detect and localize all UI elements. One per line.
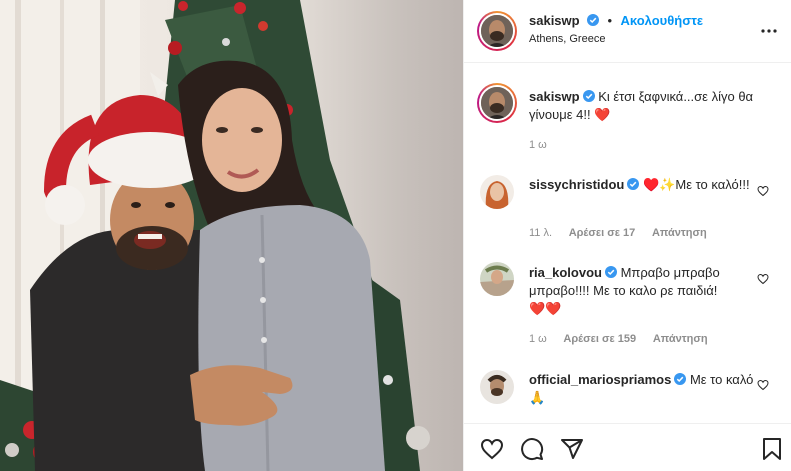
send-icon[interactable] (560, 437, 584, 461)
location-link[interactable]: Athens, Greece (529, 33, 605, 45)
post-header: sakiswp • Ακολουθήστε Athens, Greece (464, 0, 791, 63)
comment-time[interactable]: 1 ω (529, 333, 547, 345)
bookmark-icon[interactable] (760, 437, 784, 461)
heart-outline-icon[interactable] (757, 273, 769, 285)
comment-text: official_mariospriamos Με το καλό 🙏 (529, 371, 757, 407)
more-options-icon[interactable] (760, 22, 778, 40)
photo-illustration (0, 0, 430, 471)
comment-username[interactable]: ria_kolovou (529, 265, 602, 280)
comment-body: ♥️✨Με το καλό!!! (639, 177, 750, 192)
verified-badge-icon (587, 14, 600, 26)
comment-icon[interactable] (520, 437, 544, 461)
header-top-line: sakiswp • Ακολουθήστε (529, 12, 703, 30)
hearts-emoji: ❤️❤️ (529, 301, 562, 316)
verified-badge-icon (582, 90, 595, 102)
caption-text: sakiswp Κι έτσι ξαφνικά...σε λίγο θα γίν… (529, 88, 757, 124)
heart-outline-icon[interactable] (480, 437, 504, 461)
author-username[interactable]: sakiswp (529, 13, 580, 28)
heart-emoji: ❤️ (594, 107, 611, 122)
avatar-photo (480, 370, 514, 404)
avatar-photo (480, 262, 514, 296)
caption-avatar[interactable] (477, 83, 517, 123)
comment-username[interactable]: official_mariospriamos (529, 372, 671, 387)
post-sidebar: sakiswp • Ακολουθήστε Athens, Greece sak… (463, 0, 791, 471)
reply-button[interactable]: Απάντηση (652, 227, 707, 239)
comment-text: ria_kolovou Μπραβο μπραβο μπραβο!!!! Με … (529, 264, 757, 318)
header-separator: • (607, 13, 613, 28)
comment-likes[interactable]: Αρέσει σε 159 (563, 333, 636, 345)
heart-outline-icon[interactable] (757, 379, 769, 391)
avatar-photo (481, 87, 513, 119)
comment-avatar[interactable] (480, 262, 514, 296)
post-actions-bar (464, 423, 791, 471)
comment-item: ria_kolovou Μπραβο μπραβο μπραβο!!!! Με … (464, 249, 791, 359)
caption-time[interactable]: 1 ω (529, 139, 547, 151)
comment-username[interactable]: sissychristidou (529, 177, 624, 192)
caption-username[interactable]: sakiswp (529, 89, 580, 104)
avatar-photo (480, 175, 514, 209)
comment-item: official_mariospriamos Με το καλό 🙏 (464, 359, 791, 423)
caption-meta: 1 ω (529, 139, 561, 151)
comment-time[interactable]: 11 λ. (529, 227, 552, 239)
verified-badge-icon (604, 266, 617, 278)
comment-item: sissychristidou ♥️✨Με το καλό!!! 11 λ. Α… (464, 163, 791, 249)
comment-meta: 11 λ. Αρέσει σε 17 Απάντηση (529, 227, 721, 239)
post-photo[interactable] (0, 0, 463, 471)
post-caption: sakiswp Κι έτσι ξαφνικά...σε λίγο θα γίν… (464, 63, 791, 163)
heart-outline-icon[interactable] (757, 185, 769, 197)
comment-text: sissychristidou ♥️✨Με το καλό!!! (529, 176, 757, 194)
avatar-photo (481, 15, 513, 47)
verified-badge-icon (674, 373, 687, 385)
comment-likes[interactable]: Αρέσει σε 17 (569, 227, 636, 239)
comment-avatar[interactable] (480, 370, 514, 404)
verified-badge-icon (627, 178, 640, 190)
author-avatar[interactable] (477, 11, 517, 51)
comment-avatar[interactable] (480, 175, 514, 209)
comment-meta: 1 ω Αρέσει σε 159 Απάντηση (529, 333, 722, 345)
follow-button[interactable]: Ακολουθήστε (621, 13, 704, 28)
reply-button[interactable]: Απάντηση (653, 333, 708, 345)
